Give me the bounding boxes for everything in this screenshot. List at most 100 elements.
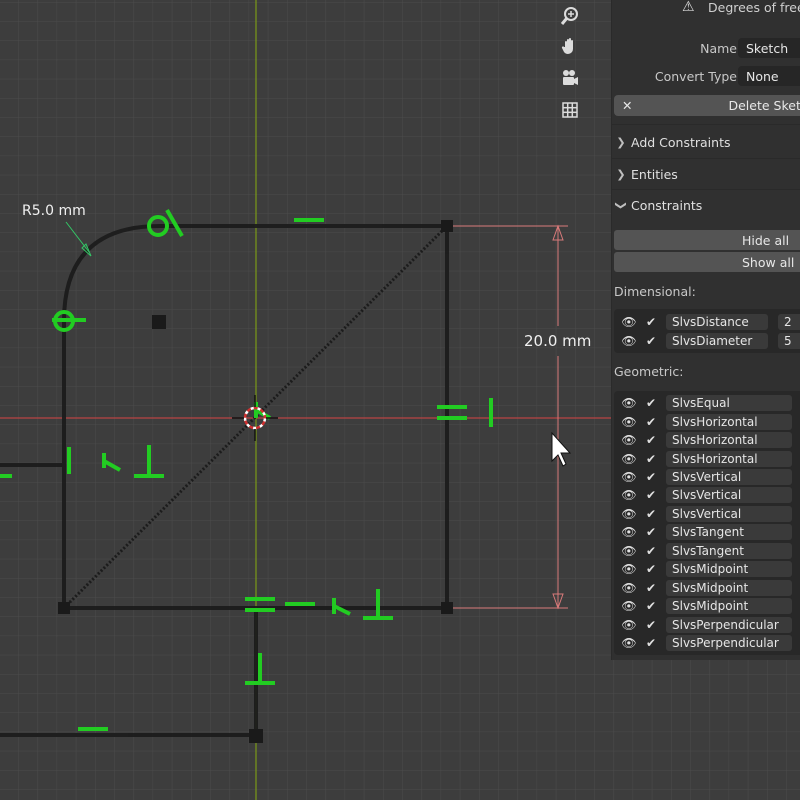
name-field[interactable]: Sketch [738, 38, 800, 58]
list-item[interactable]: 👁 ✔ SlvsMidpoint [614, 597, 800, 615]
list-item[interactable]: 👁 ✔ SlvsDiameter 5 [614, 331, 800, 349]
constraint-name[interactable]: SlvsMidpoint [666, 598, 792, 615]
constraint-name[interactable]: SlvsPerpendicular [666, 616, 792, 633]
delete-sketch-button[interactable]: ✕ Delete Sketch [614, 95, 800, 116]
name-label: Name [700, 40, 737, 56]
list-item[interactable]: 👁 ✔ SlvsVertical [614, 468, 800, 486]
checkmark-icon[interactable]: ✔ [644, 415, 658, 429]
entities-section-header[interactable]: ❯ Entities [612, 161, 800, 187]
constraint-name[interactable]: SlvsHorizontal [666, 432, 792, 449]
eye-icon[interactable]: 👁 [621, 488, 637, 502]
delete-sketch-label: Delete Sketch [728, 98, 800, 113]
checkmark-icon[interactable]: ✔ [644, 470, 658, 484]
list-item[interactable]: 👁 ✔ SlvsHorizontal [614, 431, 800, 449]
checkmark-icon[interactable]: ✔ [644, 315, 658, 329]
eye-icon[interactable]: 👁 [621, 618, 637, 632]
list-item[interactable]: 👁 ✔ SlvsHorizontal [614, 449, 800, 467]
eye-icon[interactable]: 👁 [621, 334, 637, 348]
eye-icon[interactable]: 👁 [621, 525, 637, 539]
constraint-name[interactable]: SlvsVertical [666, 505, 792, 522]
eye-icon[interactable]: 👁 [621, 396, 637, 410]
distance-label[interactable]: 20.0 mm [524, 332, 591, 350]
constraint-name[interactable]: SlvsPerpendicular [666, 635, 792, 652]
list-item[interactable]: 👁 ✔ SlvsTangent [614, 542, 800, 560]
checkmark-icon[interactable]: ✔ [644, 618, 658, 632]
eye-icon[interactable]: 👁 [621, 507, 637, 521]
point-lower-corner [249, 729, 263, 743]
close-icon: ✕ [622, 98, 633, 113]
constraint-name[interactable]: SlvsTangent [666, 524, 792, 541]
constraint-name[interactable]: SlvsDiameter [666, 332, 768, 349]
camera-icon[interactable] [556, 64, 584, 92]
list-item[interactable]: 👁 ✔ SlvsVertical [614, 486, 800, 504]
constraint-name[interactable]: SlvsTangent [666, 542, 792, 559]
point-bottom-left [58, 602, 70, 614]
eye-icon[interactable]: 👁 [621, 452, 637, 466]
radius-label[interactable]: R5.0 mm [22, 203, 86, 219]
eye-icon[interactable]: 👁 [621, 562, 637, 576]
constraint-name[interactable]: SlvsEqual [666, 395, 792, 412]
eye-icon[interactable]: 👁 [621, 415, 637, 429]
list-item[interactable]: 👁 ✔ SlvsHorizontal [614, 412, 800, 430]
show-all-button[interactable]: Show all [614, 252, 800, 272]
convert-type-dropdown[interactable]: None [738, 66, 800, 86]
constraint-name[interactable]: SlvsDistance [666, 314, 768, 331]
chevron-right-icon: ❯ [616, 135, 626, 149]
add-constraints-section-header[interactable]: ❯ Add Constraints [612, 129, 800, 155]
checkmark-icon[interactable]: ✔ [644, 581, 658, 595]
list-item[interactable]: 👁 ✔ SlvsPerpendicular [614, 634, 800, 652]
hand-pan-icon[interactable] [556, 32, 584, 60]
constraint-value[interactable]: 2 [778, 314, 800, 331]
constraint-name[interactable]: SlvsHorizontal [666, 450, 792, 467]
eye-icon[interactable]: 👁 [621, 470, 637, 484]
checkmark-icon[interactable]: ✔ [644, 334, 658, 348]
name-row: Name Sketch [612, 37, 800, 59]
list-item[interactable]: 👁 ✔ SlvsMidpoint [614, 579, 800, 597]
constraint-name[interactable]: SlvsMidpoint [666, 561, 792, 578]
convert-type-label: Convert Type [654, 68, 737, 84]
constraint-name[interactable]: SlvsVertical [666, 487, 792, 504]
list-item[interactable]: 👁 ✔ SlvsMidpoint [614, 560, 800, 578]
geometric-constraints-list: 👁 ✔ SlvsEqual 👁 ✔ SlvsHorizontal 👁 ✔ SlvsHorizon… [614, 391, 800, 655]
constraint-value[interactable]: 5 [778, 332, 800, 349]
eye-icon[interactable]: 👁 [621, 544, 637, 558]
checkmark-icon[interactable]: ✔ [644, 507, 658, 521]
checkmark-icon[interactable]: ✔ [644, 488, 658, 502]
checkmark-icon[interactable]: ✔ [644, 562, 658, 576]
eye-icon[interactable]: 👁 [621, 433, 637, 447]
checkmark-icon[interactable]: ✔ [644, 599, 658, 613]
dimensional-constraints-list: 👁 ✔ SlvsDistance 2 👁 ✔ SlvsDiameter 5 [614, 309, 800, 353]
eye-icon[interactable]: 👁 [621, 315, 637, 329]
sidebar-panel: ⚠ Degrees of freedom Name Sketch Convert… [611, 0, 800, 660]
grid-icon[interactable] [556, 96, 584, 124]
point-bottom-right [441, 602, 453, 614]
dimensional-heading: Dimensional: [614, 284, 696, 299]
convert-type-row: Convert Type None [612, 65, 800, 87]
constraints-section-header[interactable]: ❯ Constraints [612, 192, 800, 218]
constraint-name[interactable]: SlvsMidpoint [666, 579, 792, 596]
checkmark-icon[interactable]: ✔ [644, 452, 658, 466]
eye-icon[interactable]: 👁 [621, 599, 637, 613]
eye-icon[interactable]: 👁 [621, 581, 637, 595]
eye-icon[interactable]: 👁 [621, 636, 637, 650]
list-item[interactable]: 👁 ✔ SlvsDistance 2 [614, 313, 800, 331]
checkmark-icon[interactable]: ✔ [644, 636, 658, 650]
list-item[interactable]: 👁 ✔ SlvsTangent [614, 523, 800, 541]
chevron-down-icon: ❯ [614, 200, 628, 210]
list-item[interactable]: 👁 ✔ SlvsVertical [614, 505, 800, 523]
checkmark-icon[interactable]: ✔ [644, 396, 658, 410]
degrees-of-freedom-text: Degrees of freedom [708, 0, 800, 15]
point-top-right [441, 220, 453, 232]
degrees-of-freedom-row: ⚠ Degrees of freedom [612, 0, 800, 18]
checkmark-icon[interactable]: ✔ [644, 433, 658, 447]
constraint-name[interactable]: SlvsVertical [666, 468, 792, 485]
checkmark-icon[interactable]: ✔ [644, 525, 658, 539]
list-item[interactable]: 👁 ✔ SlvsPerpendicular [614, 615, 800, 633]
chevron-right-icon: ❯ [616, 167, 626, 181]
zoom-icon[interactable] [556, 2, 584, 30]
hide-all-button[interactable]: Hide all [614, 230, 800, 250]
constraint-name[interactable]: SlvsHorizontal [666, 413, 792, 430]
checkmark-icon[interactable]: ✔ [644, 544, 658, 558]
warning-icon: ⚠ [682, 0, 695, 15]
list-item[interactable]: 👁 ✔ SlvsEqual [614, 394, 800, 412]
